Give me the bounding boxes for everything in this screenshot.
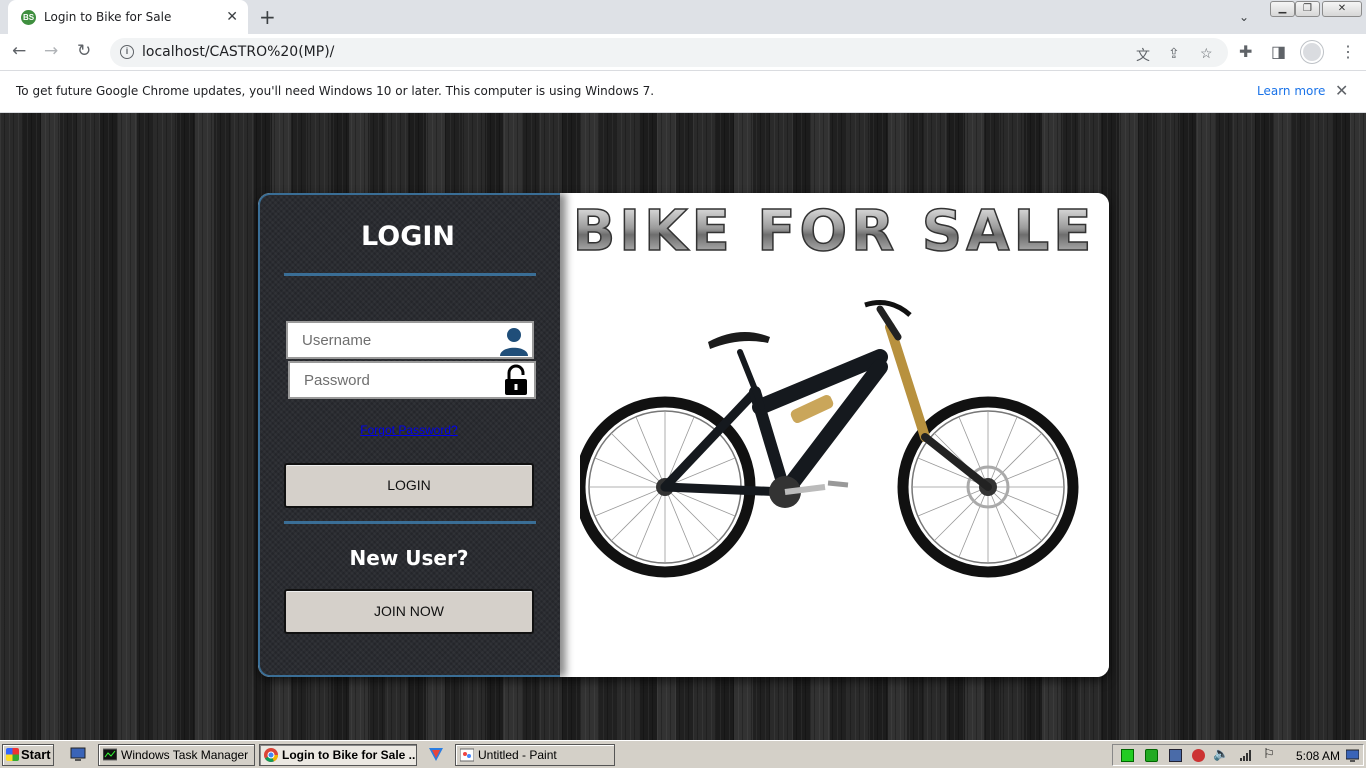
username-input[interactable] xyxy=(288,323,498,357)
bike-for-sale-logo: BIKE FOR SALE xyxy=(572,198,1096,265)
window-close-button[interactable]: ✕ xyxy=(1322,1,1362,17)
tab-close-icon[interactable]: ✕ xyxy=(226,8,238,25)
page-background: LOGIN Forgot Password? LOGIN xyxy=(0,113,1366,740)
bike-favicon-icon: BS xyxy=(21,10,36,25)
site-info-icon[interactable]: i xyxy=(120,45,134,59)
divider xyxy=(284,273,536,276)
show-desktop-tray-icon[interactable] xyxy=(1346,749,1359,762)
login-panel: LOGIN Forgot Password? LOGIN xyxy=(258,193,560,677)
paint-icon xyxy=(460,748,474,762)
security-tray-icon[interactable] xyxy=(1192,749,1205,762)
signal-bars-icon[interactable] xyxy=(1239,749,1252,762)
user-icon xyxy=(500,328,528,356)
join-now-button[interactable]: JOIN NOW xyxy=(284,589,534,634)
system-tray: 🔈 ⚐ 5:08 AM xyxy=(1112,744,1364,766)
side-panel-icon[interactable]: ◨ xyxy=(1271,42,1286,62)
tab-search-chevron-icon[interactable]: ⌄ xyxy=(1239,10,1249,24)
volume-icon[interactable]: 🔈 xyxy=(1213,746,1229,761)
update-infobar: To get future Google Chrome updates, you… xyxy=(0,71,1366,113)
taskbar-clock[interactable]: 5:08 AM xyxy=(1296,749,1340,763)
divider xyxy=(284,521,536,524)
username-field[interactable] xyxy=(286,321,534,359)
tab-title: Login to Bike for Sale xyxy=(44,10,172,24)
infobar-message: To get future Google Chrome updates, you… xyxy=(16,84,655,98)
chrome-quicklaunch-icon[interactable] xyxy=(428,746,444,762)
brand-panel: BIKE FOR SALE xyxy=(560,193,1109,677)
windows-taskbar: Start Windows Task Manager Login to Bike… xyxy=(0,740,1366,768)
login-title: LOGIN xyxy=(361,221,455,252)
monitor-tray-icon[interactable] xyxy=(1169,749,1182,762)
translate-icon[interactable]: 文 xyxy=(1136,45,1150,65)
task-manager-icon xyxy=(103,748,117,761)
reload-button[interactable]: ↻ xyxy=(77,41,91,61)
start-button[interactable]: Start xyxy=(2,744,54,766)
forward-button[interactable]: → xyxy=(44,41,58,61)
show-desktop-icon[interactable] xyxy=(70,746,86,762)
browser-toolbar: ← → ↻ i localhost/CASTRO%20(MP)/ 文 ⇪ ☆ ✚… xyxy=(0,34,1366,71)
network-monitor-icon[interactable] xyxy=(1121,749,1134,762)
extensions-puzzle-icon[interactable]: ✚ xyxy=(1239,42,1252,62)
new-user-heading: New User? xyxy=(349,546,469,570)
task-label: Login to Bike for Sale ... xyxy=(282,748,417,762)
new-tab-button[interactable]: + xyxy=(259,5,276,29)
chrome-icon xyxy=(264,748,278,762)
login-card: LOGIN Forgot Password? LOGIN xyxy=(258,193,1109,677)
logo-text: BIKE FOR SALE xyxy=(573,199,1096,264)
task-label: Untitled - Paint xyxy=(478,748,557,762)
taskbar-item-paint[interactable]: Untitled - Paint xyxy=(455,744,615,766)
back-button[interactable]: ← xyxy=(12,41,26,61)
bookmark-star-icon[interactable]: ☆ xyxy=(1200,45,1213,62)
windows-logo-icon xyxy=(6,748,19,761)
unlocked-padlock-icon xyxy=(505,364,527,395)
forgot-password-link[interactable]: Forgot Password? xyxy=(260,423,558,437)
password-field[interactable] xyxy=(288,361,536,399)
url-text[interactable]: localhost/CASTRO%20(MP)/ xyxy=(142,44,334,60)
minimize-button[interactable]: ▁ xyxy=(1270,1,1295,17)
restore-button[interactable]: ❐ xyxy=(1295,1,1320,17)
taskbar-item-task-manager[interactable]: Windows Task Manager xyxy=(98,744,255,766)
taskbar-item-chrome[interactable]: Login to Bike for Sale ... xyxy=(259,744,417,766)
profile-avatar[interactable] xyxy=(1301,41,1323,63)
password-input[interactable] xyxy=(290,363,500,397)
infobar-close-icon[interactable]: ✕ xyxy=(1335,81,1348,101)
start-label: Start xyxy=(21,747,51,762)
app-tray-icon[interactable] xyxy=(1145,749,1158,762)
login-button[interactable]: LOGIN xyxy=(284,463,534,508)
mountain-bike-image xyxy=(580,300,1079,578)
menu-kebab-icon[interactable]: ⋮ xyxy=(1340,42,1356,62)
browser-tab[interactable]: BS Login to Bike for Sale ✕ xyxy=(8,0,248,34)
tab-strip: BS Login to Bike for Sale ✕ + ⌄ ▁ ❐ ✕ xyxy=(0,0,1366,34)
address-bar[interactable]: i localhost/CASTRO%20(MP)/ 文 ⇪ ☆ xyxy=(110,38,1228,67)
share-icon[interactable]: ⇪ xyxy=(1168,45,1180,62)
task-label: Windows Task Manager xyxy=(121,748,249,762)
action-center-flag-icon[interactable]: ⚐ xyxy=(1263,746,1276,761)
learn-more-link[interactable]: Learn more xyxy=(1257,84,1325,98)
